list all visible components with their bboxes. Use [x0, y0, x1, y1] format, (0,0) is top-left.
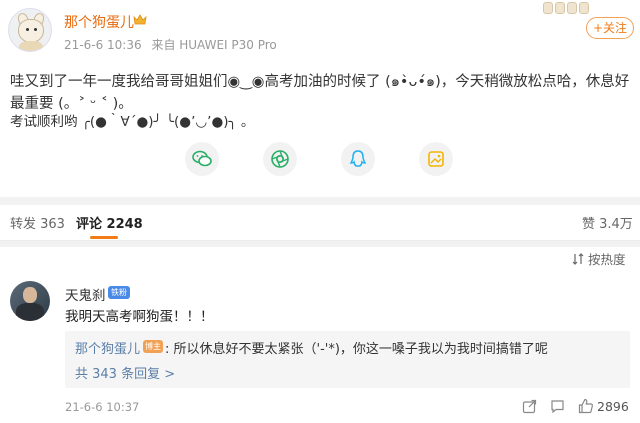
like-count: 2896	[597, 398, 629, 414]
view-replies-link[interactable]: 共 343 条回复 >	[75, 363, 175, 382]
wechat-icon	[192, 150, 212, 167]
follow-button[interactable]: +关注	[586, 17, 634, 39]
comment-text: 我明天高考啊狗蛋！！！	[65, 309, 214, 325]
post-text-line2: 考试顺利哟 ╭(●｀∀´●)╯ ╰(●’◡’●)╮ 。	[10, 114, 255, 130]
sort-icon	[572, 252, 584, 265]
reply-text: : 所以休息好不要太紧张（'-'*)，你这一嗓子我以为我时间搞错了呢	[165, 342, 548, 357]
commenter-name[interactable]: 天鬼刹	[65, 284, 106, 304]
qzone-icon	[428, 151, 444, 167]
share-moments-button[interactable]	[263, 142, 297, 176]
post-date: 21-6-6 10:36	[64, 38, 142, 52]
author-avatar[interactable]	[8, 8, 52, 52]
tab-comment[interactable]: 评论 2248	[76, 213, 143, 232]
section-divider	[0, 197, 640, 205]
tab-active-indicator	[90, 236, 118, 239]
reply-author[interactable]: 那个狗蛋儿	[75, 338, 140, 357]
share-row	[0, 140, 640, 180]
moments-icon	[271, 150, 289, 168]
reply-comment-button[interactable]	[550, 399, 565, 414]
share-qzone-button[interactable]	[419, 142, 453, 176]
like-button[interactable]: 2896	[578, 398, 629, 414]
post-text: 哇又到了一年一度我给哥哥姐姐们◉‿◉高考加油的时候了 (๑•̀ᴗ•́๑)，今天稍…	[10, 71, 630, 115]
post-source: 来自 HUAWEI P30 Pro	[151, 38, 277, 52]
author-name[interactable]: 那个狗蛋儿	[64, 12, 134, 32]
qq-icon	[349, 150, 367, 167]
author-badge: 博主	[143, 340, 163, 353]
sort-label: 按热度	[588, 252, 626, 267]
tab-like[interactable]: 赞 3.4万	[582, 213, 633, 232]
reply-box[interactable]: 那个狗蛋儿 博主 : 所以休息好不要太紧张（'-'*)，你这一嗓子我以为我时间搞…	[65, 331, 630, 388]
fan-badge: 铁粉	[108, 286, 130, 299]
share-qq-button[interactable]	[341, 142, 375, 176]
commenter-avatar[interactable]	[10, 281, 50, 321]
comment-tabs: 转发 363 评论 2248 赞 3.4万	[0, 205, 640, 241]
comment-icon	[551, 400, 564, 414]
crown-icon	[133, 14, 147, 25]
tab-repost[interactable]: 转发 363	[10, 213, 65, 232]
decoration-stickers-icon	[543, 2, 589, 16]
post-text-main: 哇又到了一年一度我给哥哥姐姐们◉‿◉高考加油的时候了 (๑•̀ᴗ•́๑)，今天稍…	[10, 74, 630, 112]
sort-row: 按热度	[0, 247, 640, 267]
share-wechat-button[interactable]	[185, 142, 219, 176]
post-header: 那个狗蛋儿 21-6-6 10:36 来自 HUAWEI P30 Pro +关注	[0, 0, 640, 60]
thumbs-up-icon	[578, 398, 593, 414]
post-meta: 21-6-6 10:36 来自 HUAWEI P30 Pro	[64, 36, 283, 53]
share-comment-button[interactable]	[522, 399, 537, 414]
comment-time: 21-6-6 10:37	[65, 400, 140, 414]
comment-actions: 2896	[520, 396, 635, 418]
share-icon	[522, 399, 537, 414]
sort-button[interactable]: 按热度	[572, 249, 626, 268]
